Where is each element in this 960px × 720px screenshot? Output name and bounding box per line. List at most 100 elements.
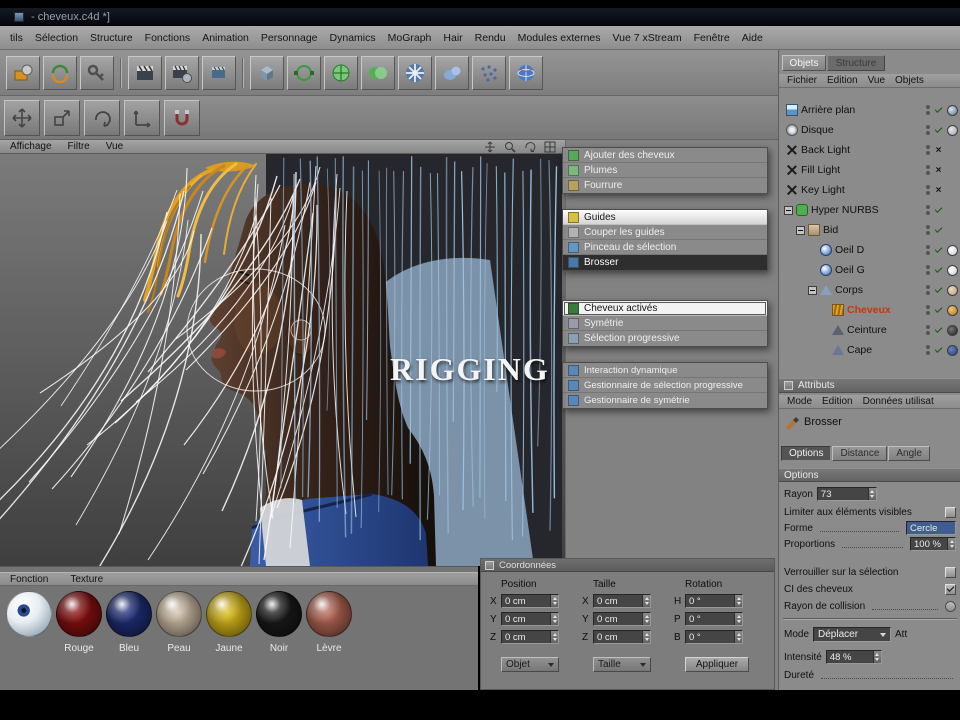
expander-icon[interactable] <box>796 225 805 235</box>
material-item[interactable]: Bleu <box>105 591 153 655</box>
stepper[interactable] <box>734 631 742 643</box>
rotate-tool-icon[interactable] <box>84 99 120 136</box>
forme-dropdown[interactable]: Cercle <box>906 521 956 535</box>
visibility-toggles[interactable] <box>926 105 930 115</box>
size-dropdown[interactable]: Taille <box>593 657 651 672</box>
materials-menu-texture[interactable]: Texture <box>70 574 103 585</box>
tree-item-disque[interactable]: Disque <box>779 120 960 140</box>
viewport-menu-vue[interactable]: Vue <box>98 140 131 153</box>
animation-key-icon[interactable] <box>80 55 114 90</box>
menu-item-guides[interactable]: Guides <box>563 210 767 225</box>
stepper[interactable] <box>642 631 650 643</box>
tab-distance[interactable]: Distance <box>832 446 888 461</box>
stepper[interactable] <box>947 538 955 550</box>
coordinates-title-bar[interactable]: Coordonnées <box>481 559 774 572</box>
material-rouge-thumbnail[interactable] <box>56 591 102 637</box>
verrouiller-checkbox[interactable] <box>945 566 956 578</box>
stepper[interactable] <box>734 595 742 607</box>
rotate-view-icon[interactable] <box>523 141 537 153</box>
stepper[interactable] <box>734 613 742 625</box>
menu-item-gestionnaire-symetrie[interactable]: Gestionnaire de symétrie <box>563 393 767 408</box>
stepper[interactable] <box>867 488 876 500</box>
material-item[interactable] <box>5 591 53 655</box>
add-deformer-icon[interactable] <box>398 55 432 90</box>
rayon-field[interactable]: 73 <box>816 487 877 501</box>
material-jaune-thumbnail[interactable] <box>206 591 252 637</box>
attributes-menu-edition[interactable]: Edition <box>817 396 858 407</box>
objects-menu-vue[interactable]: Vue <box>863 75 890 86</box>
menu-item-cheveux-actives[interactable]: Cheveux activés <box>563 301 767 316</box>
tab-objets[interactable]: Objets <box>782 55 826 71</box>
menu-item-aide[interactable]: Aide <box>736 26 769 49</box>
size-x-field[interactable]: 0 cm <box>593 594 651 608</box>
expander-icon[interactable] <box>784 205 793 215</box>
stepper[interactable] <box>550 631 558 643</box>
limiter-checkbox[interactable] <box>945 506 956 518</box>
menu-item-vue7xstream[interactable]: Vue 7 xStream <box>607 26 688 49</box>
move-tool-icon[interactable] <box>4 99 40 136</box>
objects-menu-fichier[interactable]: Fichier <box>782 75 822 86</box>
size-z-field[interactable]: 0 cm <box>593 630 651 644</box>
material-noir-thumbnail[interactable] <box>256 591 302 637</box>
menu-item-brosser[interactable]: Brosser <box>563 255 767 270</box>
tree-item-back-light[interactable]: Back Light <box>779 140 960 160</box>
enabled-check-icon[interactable] <box>933 125 944 136</box>
material-item[interactable]: Jaune <box>205 591 253 655</box>
position-z-field[interactable]: 0 cm <box>501 630 559 644</box>
objects-menu-edition[interactable]: Edition <box>822 75 863 86</box>
tree-item-cape[interactable]: Cape <box>779 340 960 360</box>
intensite-field[interactable]: 48 % <box>825 650 882 664</box>
menu-item-dynamics[interactable]: Dynamics <box>324 26 382 49</box>
menu-item-mograph[interactable]: MoGraph <box>382 26 438 49</box>
material-peau-thumbnail[interactable] <box>156 591 202 637</box>
material-preview-icon[interactable] <box>6 55 40 90</box>
menu-item-plumes[interactable]: Plumes <box>563 163 767 178</box>
visibility-toggles[interactable] <box>926 205 930 215</box>
collision-toggle[interactable] <box>945 600 956 612</box>
visibility-toggles[interactable] <box>926 325 930 335</box>
add-cube-icon[interactable] <box>250 55 284 90</box>
render-view-icon[interactable] <box>128 55 162 90</box>
add-nurbs-icon[interactable] <box>324 55 358 90</box>
stepper[interactable] <box>550 613 558 625</box>
menu-item-interaction-dynamique[interactable]: Interaction dynamique <box>563 363 767 378</box>
position-x-field[interactable]: 0 cm <box>501 594 559 608</box>
attributes-title-bar[interactable]: Attributs <box>779 378 960 393</box>
rotation-p-field[interactable]: 0 ° <box>685 612 743 626</box>
stepper[interactable] <box>642 613 650 625</box>
enabled-check-icon[interactable] <box>933 105 944 116</box>
tree-item-oeil-d[interactable]: Oeil D <box>779 240 960 260</box>
menu-item-pinceau-selection[interactable]: Pinceau de sélection <box>563 240 767 255</box>
scale-tool-icon[interactable] <box>44 99 80 136</box>
add-sky-icon[interactable] <box>509 55 543 90</box>
menu-item-selection[interactable]: Sélection <box>29 26 84 49</box>
materials-menu-fonction[interactable]: Fonction <box>10 574 48 585</box>
apply-button[interactable]: Appliquer <box>685 657 749 672</box>
add-particles-icon[interactable] <box>472 55 506 90</box>
visibility-toggles[interactable] <box>926 265 930 275</box>
visibility-toggles[interactable] <box>926 185 930 195</box>
menu-item-ajouter-cheveux[interactable]: Ajouter des cheveux <box>563 148 767 163</box>
visibility-toggles[interactable] <box>926 225 930 235</box>
tab-options[interactable]: Options <box>781 446 832 461</box>
menu-item-hair[interactable]: Hair <box>437 26 468 49</box>
rotate-arrows-icon[interactable] <box>43 55 77 90</box>
rotation-h-field[interactable]: 0 ° <box>685 594 743 608</box>
toggle-panels-icon[interactable] <box>543 141 557 153</box>
material-item[interactable]: Rouge <box>55 591 103 655</box>
mode-dropdown[interactable]: Déplacer <box>813 627 892 642</box>
tree-item-key-light[interactable]: Key Light <box>779 180 960 200</box>
enabled-check-icon[interactable] <box>933 245 944 256</box>
menu-item-personnage[interactable]: Personnage <box>255 26 324 49</box>
menu-item-couper-guides[interactable]: Couper les guides <box>563 225 767 240</box>
title-bar[interactable]: - cheveux.c4d *] <box>0 8 960 26</box>
ci-checkbox[interactable] <box>945 583 956 595</box>
visibility-toggles[interactable] <box>926 305 930 315</box>
attributes-menu-mode[interactable]: Mode <box>782 396 817 407</box>
menu-item-fonctions[interactable]: Fonctions <box>139 26 197 49</box>
menu-item-outils[interactable]: tils <box>4 26 29 49</box>
expander-icon[interactable] <box>808 285 817 295</box>
tree-item-ceinture[interactable]: Ceinture <box>779 320 960 340</box>
render-batch-icon[interactable] <box>202 55 236 90</box>
material-eye-thumbnail[interactable] <box>6 591 52 637</box>
